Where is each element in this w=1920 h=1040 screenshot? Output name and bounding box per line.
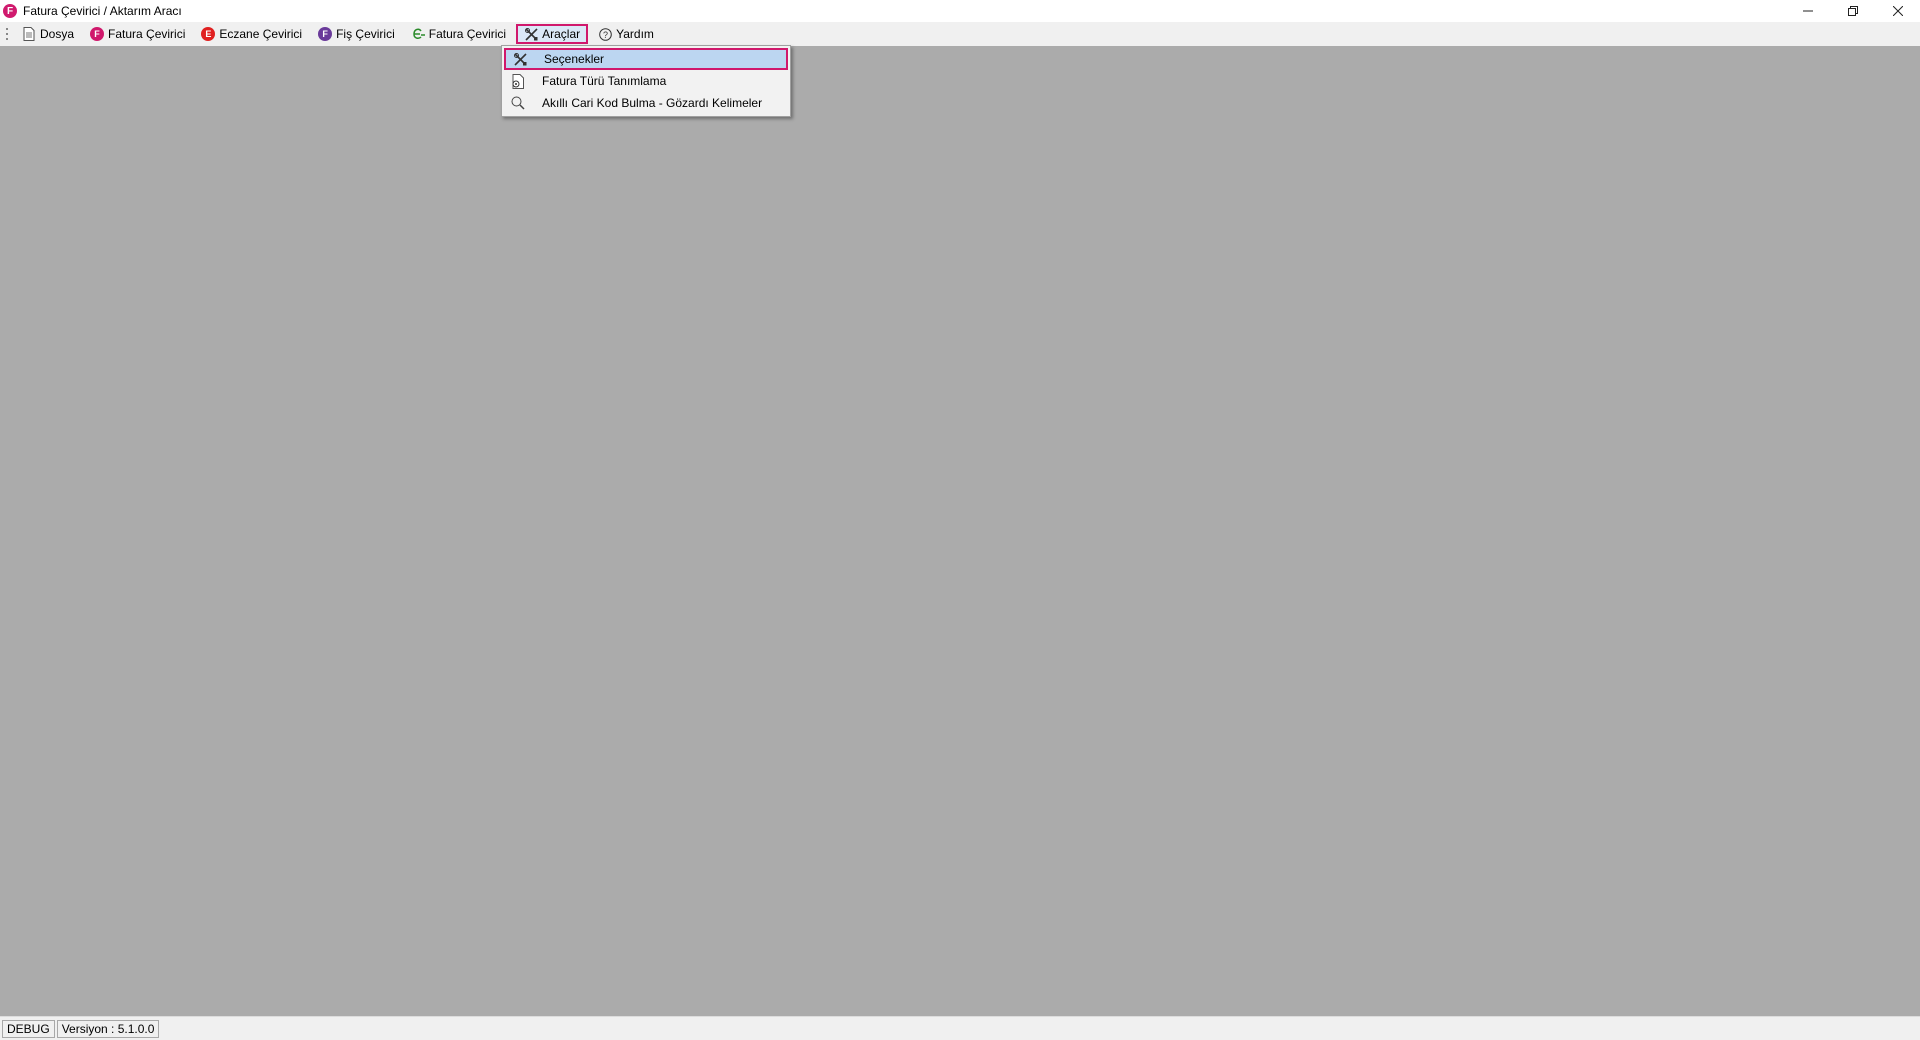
tools-icon (506, 52, 534, 66)
menu-item-secenekler[interactable]: Seçenekler (504, 48, 788, 70)
help-icon: ? (598, 27, 612, 41)
close-icon (1892, 6, 1903, 16)
minimize-button[interactable] (1785, 0, 1830, 22)
menu-item-akilli-cari-kod-label: Akıllı Cari Kod Bulma - Gözardı Kelimele… (542, 96, 763, 110)
restore-button[interactable] (1830, 0, 1875, 22)
menu-fatura-cevirici-label: Fatura Çevirici (108, 27, 186, 41)
menu-yardim[interactable]: ? Yardım (592, 24, 660, 44)
menu-item-secenekler-label: Seçenekler (544, 52, 605, 66)
window-controls (1785, 0, 1920, 22)
menubar-grip[interactable] (4, 27, 10, 41)
menu-item-fatura-turu-tanimlama[interactable]: Fatura Türü Tanımlama (504, 70, 788, 92)
tools-icon (524, 27, 538, 41)
menu-fis-cevirici[interactable]: F Fiş Çevirici (312, 24, 401, 44)
menu-fis-cevirici-label: Fiş Çevirici (336, 27, 395, 41)
restore-icon (1847, 6, 1858, 16)
menu-araclar[interactable]: Araçlar (516, 24, 589, 44)
window-title: Fatura Çevirici / Aktarım Aracı (23, 4, 182, 18)
fatura-f-icon: F (90, 27, 105, 41)
app-logo-icon: F (3, 4, 17, 18)
status-version: Versiyon : 5.1.0.0 (56, 1019, 160, 1038)
menu-yardim-label: Yardım (616, 27, 654, 41)
menu-fatura-cevirici[interactable]: F Fatura Çevirici (84, 24, 191, 44)
fis-f-icon: F (318, 27, 333, 41)
status-bar: DEBUG Versiyon : 5.1.0.0 (0, 1016, 1920, 1040)
menu-bar: Dosya F Fatura Çevirici E Eczane Çeviric… (0, 22, 1920, 46)
close-button[interactable] (1875, 0, 1920, 22)
menu-dosya-label: Dosya (40, 27, 75, 41)
araclar-dropdown: Seçenekler Fatura Türü Tanımlama Akıllı … (501, 45, 791, 117)
document-icon (22, 27, 36, 41)
title-bar: F Fatura Çevirici / Aktarım Aracı (0, 0, 1920, 22)
menu-eczane-cevirici-label: Eczane Çevirici (219, 27, 303, 41)
search-icon (504, 96, 532, 110)
svg-text:?: ? (603, 30, 608, 40)
menu-dosya[interactable]: Dosya (16, 24, 80, 44)
menu-araclar-label: Araçlar (542, 27, 581, 41)
menu-item-akilli-cari-kod[interactable]: Akıllı Cari Kod Bulma - Gözardı Kelimele… (504, 92, 788, 114)
eczane-e-icon: E (201, 27, 216, 41)
minimize-icon (1802, 10, 1813, 12)
menu-e-fatura-cevirici-label: Fatura Çevirici (428, 27, 507, 41)
menu-item-fatura-turu-tanimlama-label: Fatura Türü Tanımlama (542, 74, 667, 88)
menu-eczane-cevirici[interactable]: E Eczane Çevirici (195, 24, 308, 44)
menu-e-fatura-cevirici[interactable]: Fatura Çevirici (405, 24, 512, 44)
e-fatura-icon (411, 27, 425, 41)
status-mode: DEBUG (2, 1019, 55, 1038)
document-gear-icon (504, 73, 532, 89)
